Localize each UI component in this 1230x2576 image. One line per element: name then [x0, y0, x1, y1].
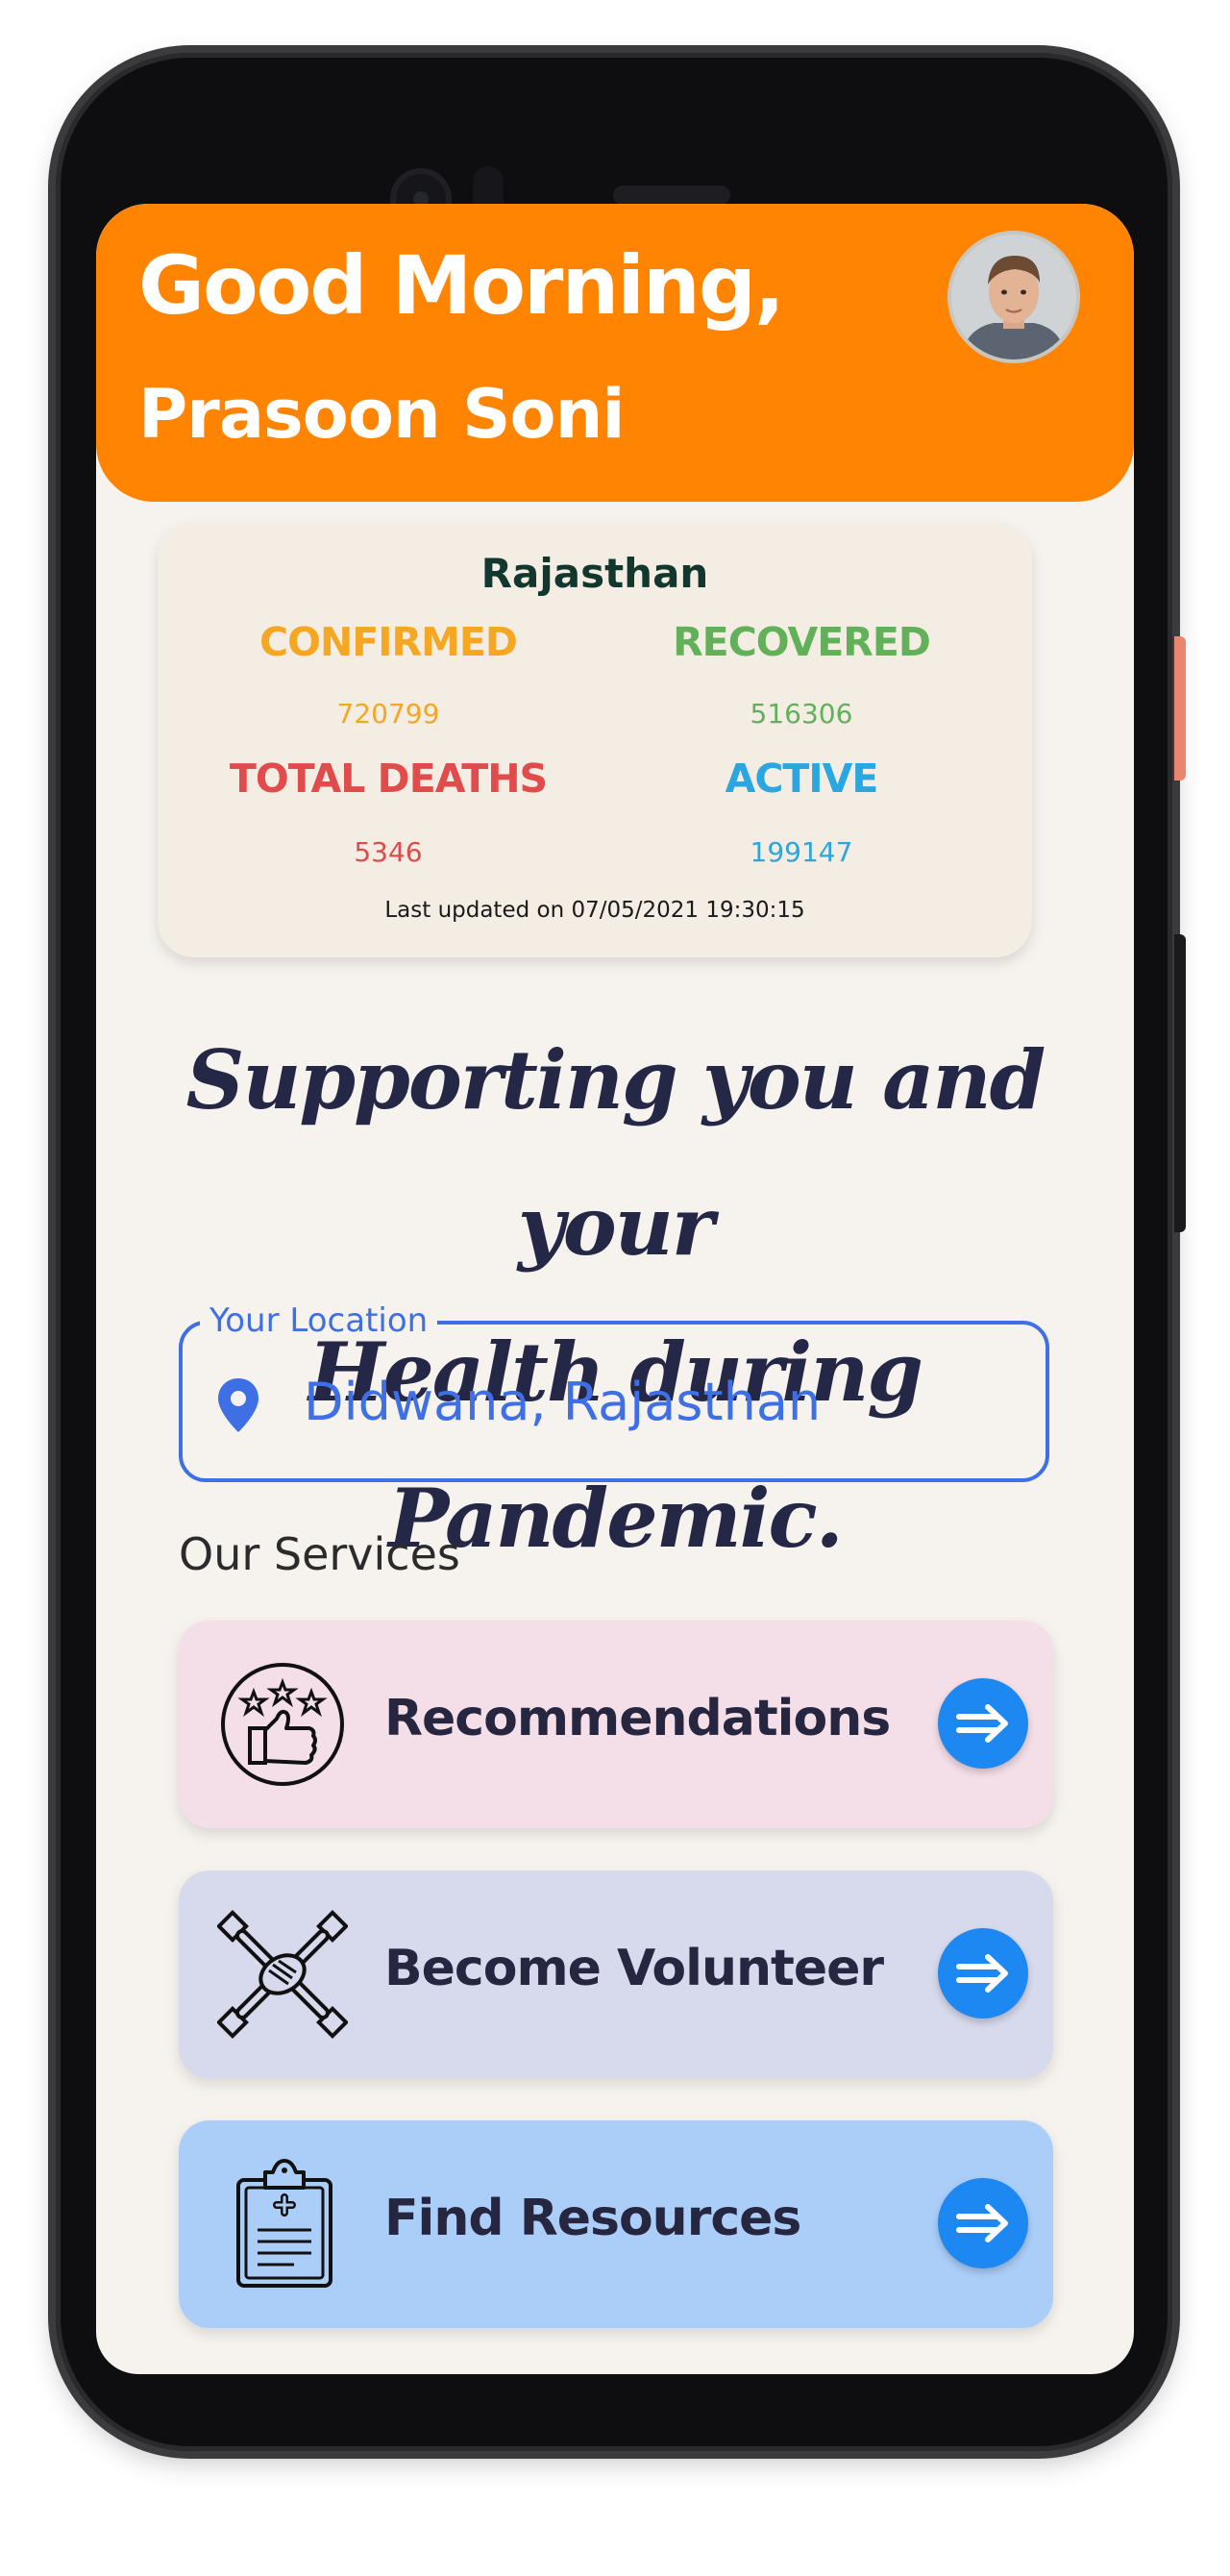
confirmed-label: CONFIRMED [259, 619, 518, 665]
location-field[interactable]: Your Location [179, 1301, 1049, 1482]
recommendations-go-button[interactable] [938, 1678, 1028, 1769]
services-title: Our Services [179, 1528, 460, 1580]
state-name: Rajasthan [480, 550, 709, 597]
total-deaths-value: 5346 [354, 836, 423, 868]
service-recommendations[interactable]: Recommendations [179, 1621, 1053, 1828]
find-resources-go-button[interactable] [938, 2178, 1028, 2268]
covid-stats-card: Rajasthan CONFIRMED 720799 RECOVERED 516… [158, 523, 1032, 957]
tagline: Supporting you and your Health during Pa… [96, 1007, 1134, 1592]
service-find-resources[interactable]: Find Resources [179, 2120, 1053, 2328]
user-name: Prasoon Soni [138, 375, 625, 454]
hands-together-icon [217, 1910, 348, 2039]
recovered-value: 516306 [750, 698, 853, 730]
double-arrow-right-icon [956, 2204, 1008, 2242]
total-deaths-label: TOTAL DEATHS [229, 755, 548, 802]
avatar-portrait-icon [951, 235, 1076, 359]
power-button[interactable] [1174, 636, 1186, 780]
location-input[interactable] [304, 1363, 1015, 1440]
confirmed-value: 720799 [336, 698, 440, 730]
recovered-label: RECOVERED [673, 619, 931, 665]
avatar[interactable] [947, 231, 1080, 363]
medical-clipboard-icon [236, 2159, 332, 2288]
double-arrow-right-icon [956, 1704, 1008, 1743]
active-value: 199147 [750, 836, 853, 868]
earpiece-speaker [613, 186, 730, 205]
last-updated-text: Last updated on 07/05/2021 19:30:15 [384, 898, 805, 923]
volume-button[interactable] [1174, 934, 1186, 1232]
become-volunteer-go-button[interactable] [938, 1928, 1028, 2019]
app-screen: Good Morning, Prasoon Soni Rajasthan CON… [96, 204, 1134, 2374]
thumbs-up-stars-icon [221, 1663, 344, 1786]
location-pin-icon [218, 1378, 258, 1432]
double-arrow-right-icon [956, 1954, 1008, 1993]
greeting-text: Good Morning, [138, 238, 785, 333]
recommendations-label: Recommendations [384, 1690, 891, 1747]
greeting-header: Good Morning, Prasoon Soni [96, 204, 1134, 502]
find-resources-label: Find Resources [384, 2190, 801, 2247]
tagline-line-1: Supporting you and your [185, 1032, 1046, 1274]
service-become-volunteer[interactable]: Become Volunteer [179, 1870, 1053, 2078]
active-label: ACTIVE [725, 755, 879, 802]
become-volunteer-label: Become Volunteer [384, 1940, 884, 1997]
location-field-label: Your Location [200, 1301, 438, 1340]
